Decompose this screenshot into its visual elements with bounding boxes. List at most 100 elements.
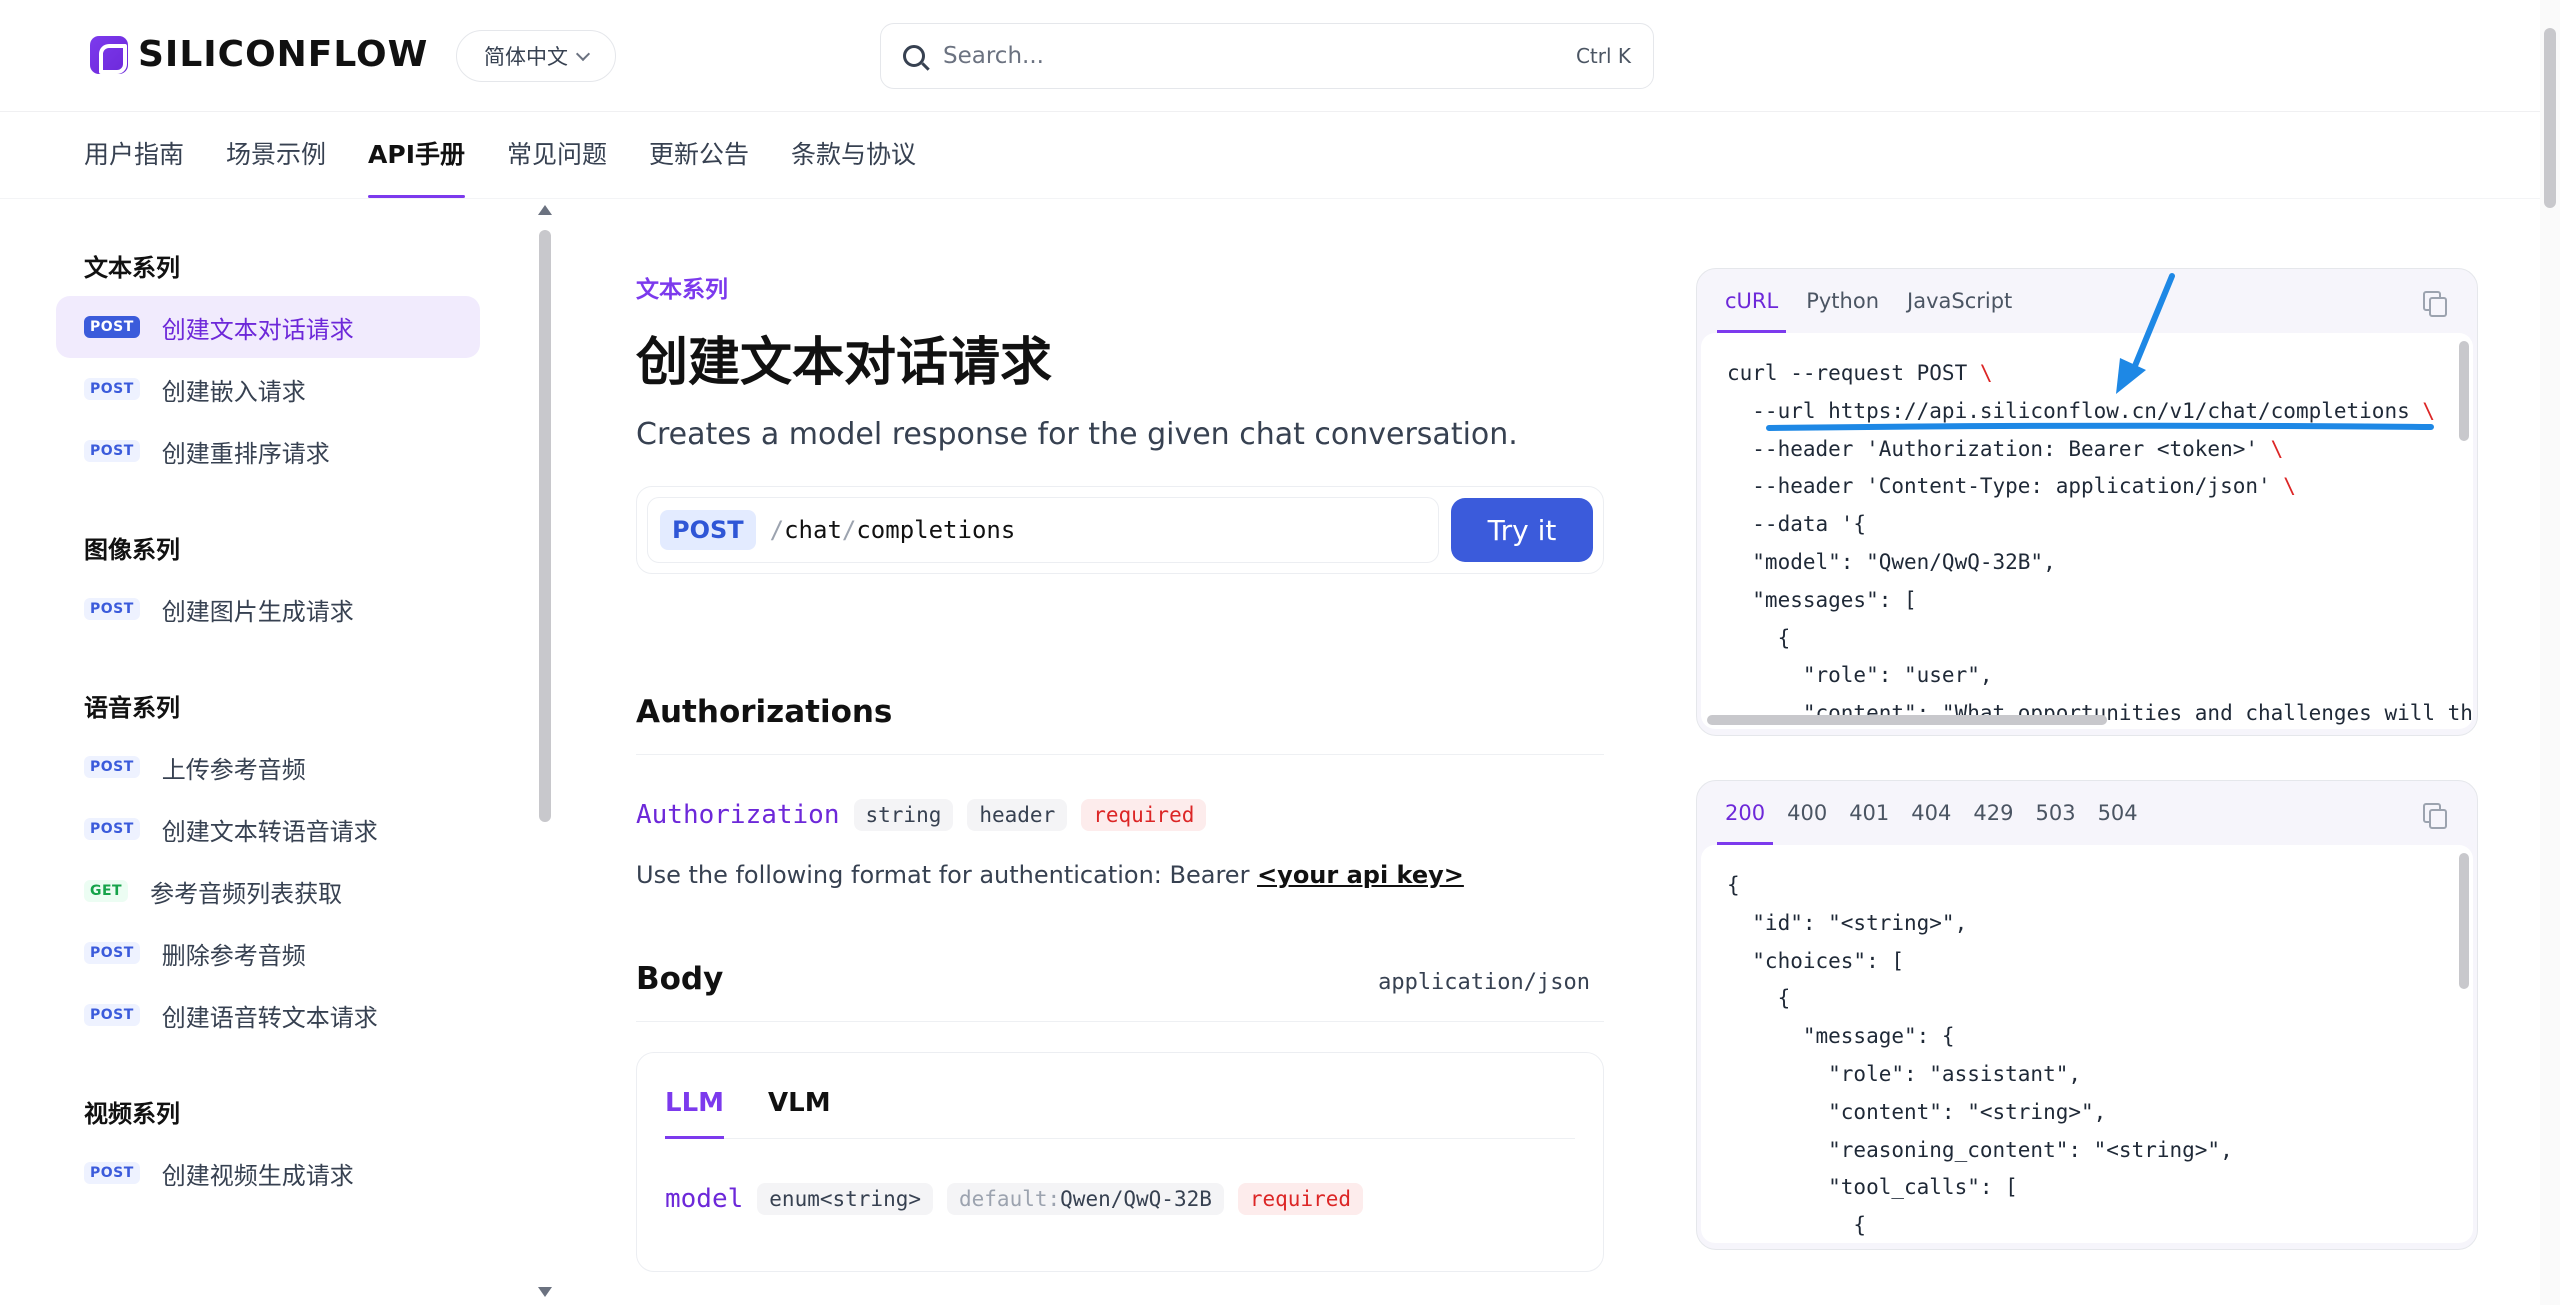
page-scrollbar[interactable] [2540, 0, 2560, 1305]
sidebar-item-label: 创建重排序请求 [161, 439, 330, 468]
sidebar-item-image-generation[interactable]: POST 创建图片生成请求 [56, 578, 480, 640]
request-language-tabs: cURL Python JavaScript [1697, 269, 2477, 333]
language-label: 简体中文 [484, 45, 568, 69]
tab-python[interactable]: Python [1806, 269, 1879, 333]
code-line: curl --request POST \ [1727, 361, 1993, 385]
response-example-panel: 200 400 401 404 429 503 504 { "id": "<st… [1696, 780, 2478, 1250]
code-line: { [1727, 625, 1791, 650]
tab-llm[interactable]: LLM [665, 1088, 725, 1139]
sidebar-item-label: 删除参考音频 [161, 941, 306, 970]
method-badge: POST [84, 756, 140, 778]
sidebar-group-title: 图像系列 [84, 536, 180, 564]
tab-javascript[interactable]: JavaScript [1907, 269, 2012, 333]
language-selector[interactable]: 简体中文 [456, 30, 616, 82]
param-location-chip: header [967, 799, 1068, 831]
sidebar-item-speech-to-text[interactable]: POST 创建语音转文本请求 [56, 984, 480, 1046]
scroll-down-icon[interactable] [538, 1287, 552, 1297]
authorizations-heading: Authorizations [636, 694, 893, 730]
scrollbar-thumb[interactable] [2544, 28, 2556, 208]
sidebar-item-chat-completions[interactable]: POST 创建文本对话请求 [56, 296, 480, 358]
method-badge: POST [84, 316, 140, 338]
method-badge: POST [84, 440, 140, 462]
code-lines: curl --request POST \ --url https://api.… [1701, 333, 2473, 729]
sidebar-item-voice-list[interactable]: GET 参考音频列表获取 [56, 860, 480, 922]
path-segment: chat [784, 516, 842, 544]
sidebar-group-title: 语音系列 [84, 694, 180, 722]
code-vertical-scrollbar[interactable] [2459, 853, 2469, 989]
path-segment: completions [856, 516, 1016, 544]
tab-status-504[interactable]: 504 [2098, 781, 2138, 845]
method-badge: POST [84, 378, 140, 400]
page-subtitle: Creates a model response for the given c… [636, 417, 1518, 452]
tab-terms[interactable]: 条款与协议 [791, 112, 916, 198]
tab-vlm[interactable]: VLM [768, 1088, 831, 1138]
sidebar-group-title: 视频系列 [84, 1100, 180, 1128]
siliconflow-logo[interactable]: SILICONFLOW [90, 34, 428, 75]
main-content: 文本系列 创建文本对话请求 Creates a model response f… [636, 270, 1604, 1272]
response-code-block[interactable]: { "id": "<string>", "choices": [ { "mess… [1701, 845, 2473, 1243]
content-type-label: application/json [1378, 970, 1590, 995]
sidebar-item-video-generation[interactable]: POST 创建视频生成请求 [56, 1142, 480, 1204]
code-vertical-scrollbar[interactable] [2459, 341, 2469, 441]
code-line: "message": { [1727, 1024, 1955, 1049]
sidebar-item-delete-voice[interactable]: POST 删除参考音频 [56, 922, 480, 984]
endpoint-method-badge: POST [660, 510, 756, 550]
api-key-link[interactable]: <your api key> [1257, 861, 1464, 889]
sidebar-scrollbar[interactable] [537, 200, 553, 1305]
section-eyebrow: 文本系列 [636, 277, 728, 303]
scrollbar-thumb[interactable] [539, 230, 551, 822]
tab-scenarios[interactable]: 场景示例 [226, 112, 326, 198]
tab-status-200[interactable]: 200 [1716, 781, 1774, 845]
code-horizontal-scrollbar[interactable] [1707, 715, 2107, 725]
code-line: "role": "user", [1727, 663, 1993, 688]
sidebar-item-text-to-speech[interactable]: POST 创建文本转语音请求 [56, 798, 480, 860]
method-badge: POST [84, 1162, 140, 1184]
tab-api-manual[interactable]: API手册 [368, 112, 465, 198]
body-params-card: LLM VLM model enum<string> default:Qwen/… [636, 1052, 1604, 1272]
sidebar-item-label: 创建文本对话请求 [161, 315, 354, 344]
sidebar-item-embeddings[interactable]: POST 创建嵌入请求 [56, 358, 480, 420]
param-type-chip: enum<string> [757, 1183, 933, 1215]
code-line: --data '{ [1727, 512, 1867, 537]
code-line: "role": "assistant", [1727, 1061, 2082, 1086]
try-it-button[interactable]: Try it [1451, 498, 1593, 562]
sidebar-item-label: 创建图片生成请求 [161, 597, 354, 626]
tab-user-guide[interactable]: 用户指南 [84, 112, 184, 198]
copy-icon[interactable] [2423, 291, 2447, 317]
code-line: { [1727, 986, 1791, 1011]
tab-faq[interactable]: 常见问题 [507, 112, 607, 198]
nav-divider [0, 198, 2540, 199]
scroll-up-icon[interactable] [538, 205, 552, 215]
code-line: "choices": [ [1727, 948, 1905, 973]
sidebar-item-upload-voice[interactable]: POST 上传参考音频 [56, 736, 480, 798]
response-status-tabs: 200 400 401 404 429 503 504 [1697, 781, 2477, 845]
logo-text: SILICONFLOW [138, 34, 429, 75]
sidebar-item-label: 创建视频生成请求 [161, 1161, 354, 1190]
search-bar[interactable]: Search... Ctrl K [880, 23, 1654, 89]
copy-icon[interactable] [2423, 803, 2447, 829]
tab-changelog[interactable]: 更新公告 [649, 112, 749, 198]
tab-status-401[interactable]: 401 [1849, 781, 1889, 845]
required-chip: required [1237, 1183, 1364, 1215]
tab-curl[interactable]: cURL [1716, 269, 1787, 333]
code-line: "model": "Qwen/QwQ-32B", [1727, 549, 2056, 574]
tab-status-503[interactable]: 503 [2035, 781, 2075, 845]
code-lines: { "id": "<string>", "choices": [ { "mess… [1701, 845, 2473, 1243]
param-type-chip: string [853, 799, 954, 831]
param-name: model [665, 1184, 744, 1214]
tab-status-429[interactable]: 429 [1973, 781, 2013, 845]
request-example-panel: cURL Python JavaScript curl --request PO… [1696, 268, 2478, 736]
code-line: "id": "<string>", [1727, 910, 1968, 935]
request-code-block[interactable]: curl --request POST \ --url https://api.… [1701, 333, 2473, 729]
tab-status-404[interactable]: 404 [1911, 781, 1951, 845]
search-icon [903, 45, 925, 67]
sidebar-item-label: 创建嵌入请求 [161, 377, 306, 406]
tab-status-400[interactable]: 400 [1787, 781, 1827, 845]
sidebar-item-rerank[interactable]: POST 创建重排序请求 [56, 420, 480, 482]
code-line: { [1727, 873, 1740, 897]
body-tabs: LLM VLM [665, 1053, 1575, 1139]
chevron-down-icon [575, 46, 591, 61]
method-badge: POST [84, 1004, 140, 1026]
param-default-chip: default:Qwen/QwQ-32B [947, 1183, 1224, 1215]
endpoint-path-box[interactable]: POST /chat/completions [647, 497, 1439, 563]
